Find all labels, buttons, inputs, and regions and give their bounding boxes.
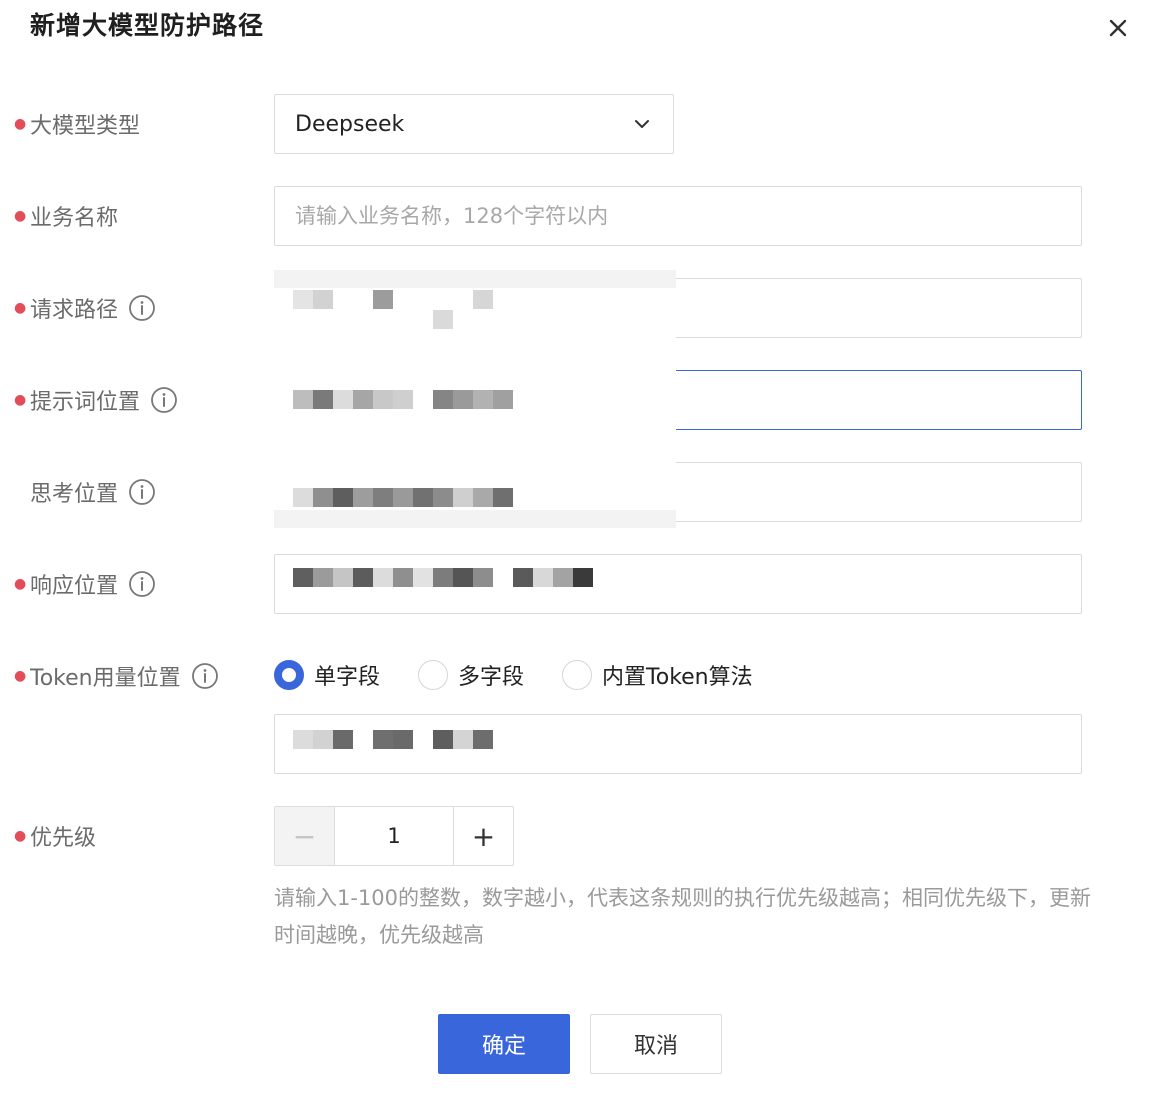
decrement-button[interactable]: − <box>275 807 335 865</box>
token-position-label: ● Token用量位置 <box>14 660 219 692</box>
model-type-label: ● 大模型类型 <box>14 108 140 140</box>
response-position-label-text: 响应位置 <box>30 574 119 599</box>
required-mark: ● <box>14 828 27 844</box>
required-mark: ● <box>14 300 27 316</box>
cancel-button[interactable]: 取消 <box>590 1014 722 1074</box>
required-mark: ● <box>14 392 27 408</box>
required-mark: ● <box>14 208 27 224</box>
required-mark: ● <box>14 116 27 132</box>
radio-label: 多字段 <box>458 665 525 690</box>
chevron-down-icon <box>635 120 649 128</box>
radio-label: 单字段 <box>314 665 381 690</box>
response-position-label: ● 响应位置 <box>14 568 156 600</box>
required-mark: ● <box>14 576 27 592</box>
token-position-label-text: Token用量位置 <box>30 666 181 691</box>
close-icon <box>1109 19 1127 37</box>
thinking-position-label: 思考位置 <box>14 476 156 508</box>
dialog-title: 新增大模型防护路径 <box>30 11 265 40</box>
model-type-value: Deepseek <box>295 111 405 137</box>
radio-label: 内置Token算法 <box>602 665 753 690</box>
priority-hint: 请输入1-100的整数，数字越小，代表这条规则的执行优先级越高；相同优先级下，更… <box>274 886 1092 947</box>
radio-unchecked-icon <box>562 660 593 690</box>
priority-stepper: − 1 + <box>274 806 514 866</box>
info-circle-icon[interactable] <box>128 570 156 598</box>
business-name-input[interactable] <box>275 187 1081 245</box>
token-position-radio-group: 单字段 多字段 内置Token算法 <box>274 658 791 692</box>
thinking-position-label-text: 思考位置 <box>30 482 119 507</box>
radio-multi-field[interactable]: 多字段 <box>418 659 524 691</box>
info-circle-icon[interactable] <box>150 386 178 414</box>
request-path-label: ● 请求路径 <box>14 292 156 324</box>
radio-unchecked-icon <box>418 660 449 690</box>
priority-label: ● 优先级 <box>14 820 96 852</box>
priority-value[interactable]: 1 <box>335 807 453 865</box>
prompt-position-label: ● 提示词位置 <box>14 384 178 416</box>
radio-checked-icon <box>274 660 304 690</box>
prompt-position-label-text: 提示词位置 <box>30 390 141 415</box>
business-name-field[interactable] <box>274 186 1082 246</box>
model-type-label-text: 大模型类型 <box>30 114 141 139</box>
confirm-button[interactable]: 确定 <box>438 1014 570 1074</box>
info-circle-icon[interactable] <box>191 662 219 690</box>
radio-builtin-token-algorithm[interactable]: 内置Token算法 <box>562 659 753 691</box>
radio-single-field[interactable]: 单字段 <box>274 659 380 691</box>
info-circle-icon[interactable] <box>128 294 156 322</box>
increment-button[interactable]: + <box>453 807 513 865</box>
business-name-label: ● 业务名称 <box>14 200 118 232</box>
priority-label-text: 优先级 <box>30 826 97 851</box>
business-name-label-text: 业务名称 <box>30 206 119 231</box>
info-circle-icon[interactable] <box>128 478 156 506</box>
required-mark: ● <box>14 668 27 684</box>
close-button[interactable] <box>1104 14 1132 42</box>
model-type-select[interactable]: Deepseek <box>274 94 674 154</box>
redacted-band <box>274 270 676 288</box>
request-path-label-text: 请求路径 <box>30 298 119 323</box>
redacted-band <box>274 510 676 528</box>
